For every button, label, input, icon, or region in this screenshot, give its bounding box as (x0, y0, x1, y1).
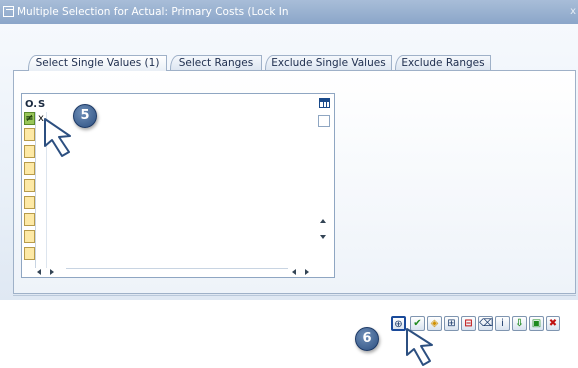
option-button[interactable] (24, 145, 35, 158)
window-title-bar: Multiple Selection for Actual: Primary C… (0, 0, 578, 24)
option-button[interactable] (24, 230, 35, 243)
scroll-right-arrow-icon[interactable] (305, 269, 309, 275)
tab-select-ranges[interactable]: Select Ranges (170, 55, 262, 70)
tab-select-single-values[interactable]: Select Single Values (1) (28, 55, 167, 71)
column-divider (35, 112, 36, 268)
select-all-checkbox[interactable] (318, 115, 330, 127)
column-header-option[interactable]: O. (25, 99, 37, 110)
vertical-scrollbar[interactable] (318, 115, 330, 270)
window-title: Multiple Selection for Actual: Primary C… (17, 6, 289, 18)
step-callout-6: 6 (355, 327, 379, 351)
scroll-left-arrow-icon[interactable] (37, 269, 41, 275)
import-button[interactable]: ⇩ (512, 316, 527, 331)
pointer-cursor-icon (406, 328, 433, 366)
info-icon: i (501, 318, 504, 329)
option-button[interactable] (24, 128, 35, 141)
table-settings-icon[interactable] (319, 98, 330, 108)
import-icon: ⇩ (515, 318, 524, 329)
cancel-button[interactable]: ✖ (546, 316, 560, 331)
option-button[interactable] (24, 213, 35, 226)
insert-row-icon: ⊞ (447, 318, 456, 329)
scroll-down-arrow-icon[interactable] (320, 235, 326, 239)
dialog-body: Select Single Values (1) Select Ranges E… (0, 24, 578, 300)
cancel-x-icon: ✖ (548, 318, 558, 329)
delete-row-button[interactable]: ⊟ (461, 316, 476, 331)
clock-execute-icon: ⊕ (394, 319, 403, 330)
scroll-left-arrow-icon[interactable] (292, 269, 296, 275)
footer-divider (13, 295, 576, 296)
tab-exclude-ranges[interactable]: Exclude Ranges (395, 55, 491, 70)
insert-row-button[interactable]: ⊞ (444, 316, 459, 331)
info-button[interactable]: i (495, 316, 510, 331)
scroll-track[interactable] (66, 268, 288, 278)
delete-row-icon: ⊟ (464, 318, 473, 329)
window-icon (3, 6, 14, 17)
tab-exclude-single-values[interactable]: Exclude Single Values (265, 55, 392, 70)
column-header-single-value[interactable]: S (38, 99, 45, 110)
option-button-not-equal[interactable]: ≠ (24, 112, 35, 125)
option-button[interactable] (24, 247, 35, 260)
paste-button[interactable]: ▣ (529, 316, 544, 331)
tab-panel: O. S ≠ x (13, 70, 576, 294)
option-button[interactable] (24, 196, 35, 209)
close-icon[interactable]: x (570, 0, 576, 24)
option-button[interactable] (24, 162, 35, 175)
scroll-right-arrow-icon[interactable] (50, 269, 54, 275)
scroll-up-arrow-icon[interactable] (320, 219, 326, 223)
trash-icon: ⌫ (479, 318, 494, 329)
option-button[interactable] (24, 179, 35, 192)
horizontal-scrollbar[interactable] (22, 268, 334, 277)
pointer-cursor-icon (44, 118, 71, 157)
delete-all-button[interactable]: ⌫ (478, 316, 493, 331)
paste-clipboard-icon: ▣ (531, 318, 542, 329)
